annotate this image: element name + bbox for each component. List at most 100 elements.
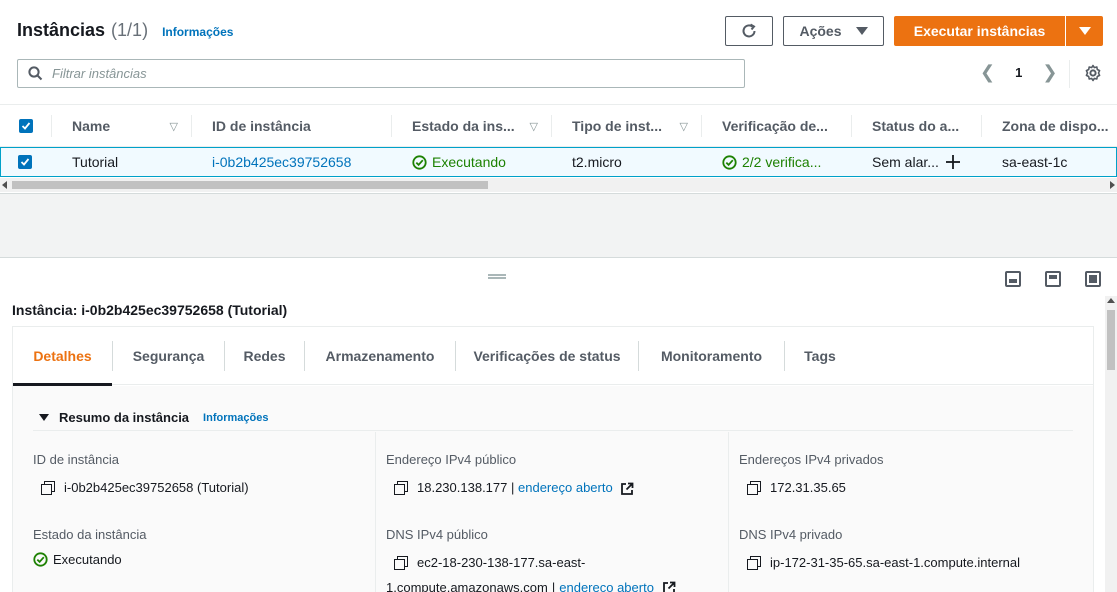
- search-input[interactable]: [52, 66, 732, 81]
- vertical-scrollbar[interactable]: [1105, 296, 1117, 592]
- status-checks-cell[interactable]: 2/2 verifica...: [722, 148, 821, 176]
- table-row[interactable]: Tutorial i-0b2b425ec39752658 Executando …: [0, 147, 1117, 177]
- column-header-availability-zone[interactable]: Zona de dispo...: [982, 105, 1117, 147]
- instance-state-cell: Executando: [412, 148, 506, 176]
- external-link-icon[interactable]: [662, 581, 676, 592]
- details-panel: Instância: i-0b2b425ec39752658 (Tutorial…: [0, 257, 1117, 592]
- tab-monitoring[interactable]: Monitoramento: [639, 327, 784, 385]
- summary-heading: Resumo da instância: [59, 410, 190, 425]
- launch-instances-dropdown-button[interactable]: [1066, 16, 1103, 46]
- chevron-right-icon[interactable]: ❯: [1042, 62, 1057, 83]
- copy-icon[interactable]: [394, 556, 408, 570]
- column-divider: [728, 432, 729, 592]
- instance-state-label: Estado da instância: [33, 527, 147, 542]
- tab-tags[interactable]: Tags: [785, 327, 855, 385]
- info-link[interactable]: Informações: [162, 25, 233, 39]
- copy-icon[interactable]: [41, 481, 55, 495]
- layout-bottom-button[interactable]: [1005, 271, 1021, 287]
- page-header: Instâncias (1/1) Informações: [17, 20, 233, 41]
- instance-name-cell: Tutorial: [72, 154, 119, 170]
- copy-icon[interactable]: [747, 556, 761, 570]
- tab-details[interactable]: Detalhes: [13, 327, 112, 386]
- gear-icon: [1085, 64, 1101, 82]
- column-header-alarm-status[interactable]: Status do a...: [852, 105, 982, 147]
- summary-info-link[interactable]: Informações: [203, 412, 268, 424]
- horizontal-scrollbar[interactable]: [0, 178, 1117, 192]
- private-ipv4-value: 172.31.35.65: [747, 480, 846, 495]
- actions-dropdown-button[interactable]: Ações: [783, 16, 884, 46]
- add-alarm-icon[interactable]: [945, 154, 961, 170]
- instance-type-cell: t2.micro: [572, 154, 622, 170]
- scroll-up-icon[interactable]: [1107, 298, 1115, 303]
- divider: [33, 430, 1073, 431]
- tab-security[interactable]: Segurança: [113, 327, 224, 385]
- open-address-link[interactable]: endereço aberto: [518, 480, 613, 495]
- selection-count: (1/1): [111, 20, 149, 40]
- external-link-icon[interactable]: [620, 482, 634, 496]
- instance-id-value: i-0b2b425ec39752658 (Tutorial): [41, 480, 249, 495]
- layout-full-icon: [1089, 275, 1097, 283]
- private-ipv4-label: Endereços IPv4 privados: [739, 452, 884, 467]
- alarm-status-cell: Sem alar...: [872, 148, 961, 176]
- tab-storage[interactable]: Armazenamento: [305, 327, 455, 385]
- scrollbar-thumb[interactable]: [12, 181, 488, 189]
- row-checkbox-cell: [18, 148, 32, 176]
- actions-label: Ações: [799, 23, 842, 39]
- copy-icon[interactable]: [394, 481, 408, 496]
- column-header-name[interactable]: Name ▽: [52, 105, 192, 147]
- current-page[interactable]: 1: [1015, 65, 1022, 80]
- launch-instances-button[interactable]: Executar instâncias: [894, 16, 1065, 46]
- scroll-left-icon[interactable]: [2, 181, 7, 189]
- preferences-button[interactable]: [1084, 64, 1102, 85]
- instance-id-link[interactable]: i-0b2b425ec39752658: [212, 148, 351, 176]
- instance-summary-section: Resumo da instância Informações ID de in…: [13, 386, 1093, 592]
- instances-panel: Instâncias (1/1) Informações Ações Execu…: [0, 0, 1117, 194]
- private-dns-value: ip-172-31-35-65.sa-east-1.compute.intern…: [747, 555, 1020, 570]
- toolbar-divider: [1069, 60, 1070, 88]
- status-success-icon: [412, 154, 427, 170]
- checkmark-icon: [21, 122, 31, 130]
- availability-zone-cell: sa-east-1c: [1002, 154, 1068, 170]
- chevron-left-icon[interactable]: ❮: [980, 62, 995, 83]
- sort-icon: ▽: [529, 120, 538, 133]
- summary-toggle[interactable]: Resumo da instância Informações: [39, 410, 268, 425]
- layout-side-button[interactable]: [1045, 271, 1061, 287]
- scroll-right-icon[interactable]: [1110, 181, 1115, 189]
- checkmark-icon: [20, 158, 30, 166]
- resize-handle[interactable]: [488, 274, 506, 279]
- column-divider: [375, 432, 376, 592]
- instance-id-label: ID de instância: [33, 452, 119, 467]
- scrollbar-thumb[interactable]: [1107, 310, 1115, 370]
- tab-networking[interactable]: Redes: [225, 327, 304, 385]
- public-ipv4-value: 18.230.138.177 | endereço aberto: [394, 480, 634, 496]
- table-header: Name ▽ ID de instância Estado da ins... …: [0, 104, 1117, 147]
- row-checkbox[interactable]: [18, 155, 32, 169]
- column-header-status-checks[interactable]: Verificação de...: [702, 105, 852, 147]
- instance-detail-title: Instância: i-0b2b425ec39752658 (Tutorial…: [12, 302, 288, 318]
- select-all-cell: [0, 105, 52, 147]
- open-address-link[interactable]: endereço aberto: [559, 580, 654, 592]
- caret-down-icon: [855, 27, 868, 35]
- caret-down-icon: [1078, 27, 1091, 35]
- column-header-state[interactable]: Estado da ins... ▽: [392, 105, 552, 147]
- public-dns-value: ec2-18-230-138-177.sa-east-: [394, 555, 585, 570]
- layout-top-icon: [1049, 275, 1057, 279]
- select-all-checkbox[interactable]: [19, 119, 33, 133]
- pagination: ❮ 1 ❯: [980, 62, 1057, 83]
- caret-down-icon: [39, 414, 49, 421]
- instance-state-value: Executando: [33, 552, 122, 567]
- layout-full-button[interactable]: [1085, 271, 1101, 287]
- column-header-type[interactable]: Tipo de inst... ▽: [552, 105, 702, 147]
- public-dns-value-cont: 1.compute.amazonaws.com | endereço abert…: [386, 580, 676, 592]
- column-header-instance-id[interactable]: ID de instância: [192, 105, 392, 147]
- copy-icon[interactable]: [747, 481, 761, 495]
- launch-instances-label: Executar instâncias: [913, 23, 1046, 39]
- search-field[interactable]: [17, 59, 745, 88]
- layout-bottom-icon: [1009, 279, 1017, 283]
- page-title: Instâncias: [17, 20, 106, 40]
- sort-icon: ▽: [679, 120, 688, 133]
- status-success-icon: [33, 552, 48, 567]
- refresh-button[interactable]: [725, 16, 773, 46]
- public-dns-label: DNS IPv4 público: [386, 527, 488, 542]
- tab-status-checks[interactable]: Verificações de status: [456, 327, 638, 385]
